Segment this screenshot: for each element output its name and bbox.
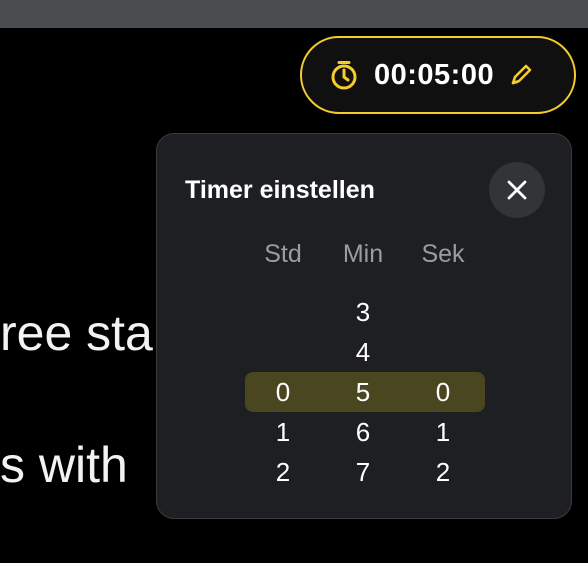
minutes-option[interactable]: 6	[323, 412, 403, 452]
background-text-line-2: s with	[0, 437, 128, 493]
minutes-picker[interactable]: 3 4 5 6 7	[323, 134, 403, 520]
hours-picker[interactable]: 0 1 2	[243, 134, 323, 520]
minutes-option[interactable]: 3	[323, 292, 403, 332]
pencil-icon[interactable]	[508, 62, 534, 88]
top-bar	[0, 0, 588, 28]
seconds-option[interactable]: 2	[403, 452, 483, 492]
seconds-picker[interactable]: 0 1 2	[403, 134, 483, 520]
minutes-option[interactable]: 7	[323, 452, 403, 492]
seconds-option[interactable]: 1	[403, 412, 483, 452]
hours-option[interactable]: 1	[243, 412, 323, 452]
seconds-option[interactable]: 0	[403, 372, 483, 412]
close-icon	[507, 180, 527, 200]
hours-option[interactable]: 0	[243, 372, 323, 412]
timer-button[interactable]: 00:05:00	[300, 36, 576, 114]
stopwatch-icon	[331, 61, 357, 90]
background-text-line-1: ree sta	[0, 305, 153, 361]
close-button[interactable]	[489, 162, 545, 218]
minutes-option[interactable]: 5	[323, 372, 403, 412]
minutes-option[interactable]: 4	[323, 332, 403, 372]
hours-option[interactable]: 2	[243, 452, 323, 492]
timer-value: 00:05:00	[374, 58, 495, 91]
timer-popup: Timer einstellen Std Min Sek 0 1 2 3 4 5…	[156, 133, 572, 519]
